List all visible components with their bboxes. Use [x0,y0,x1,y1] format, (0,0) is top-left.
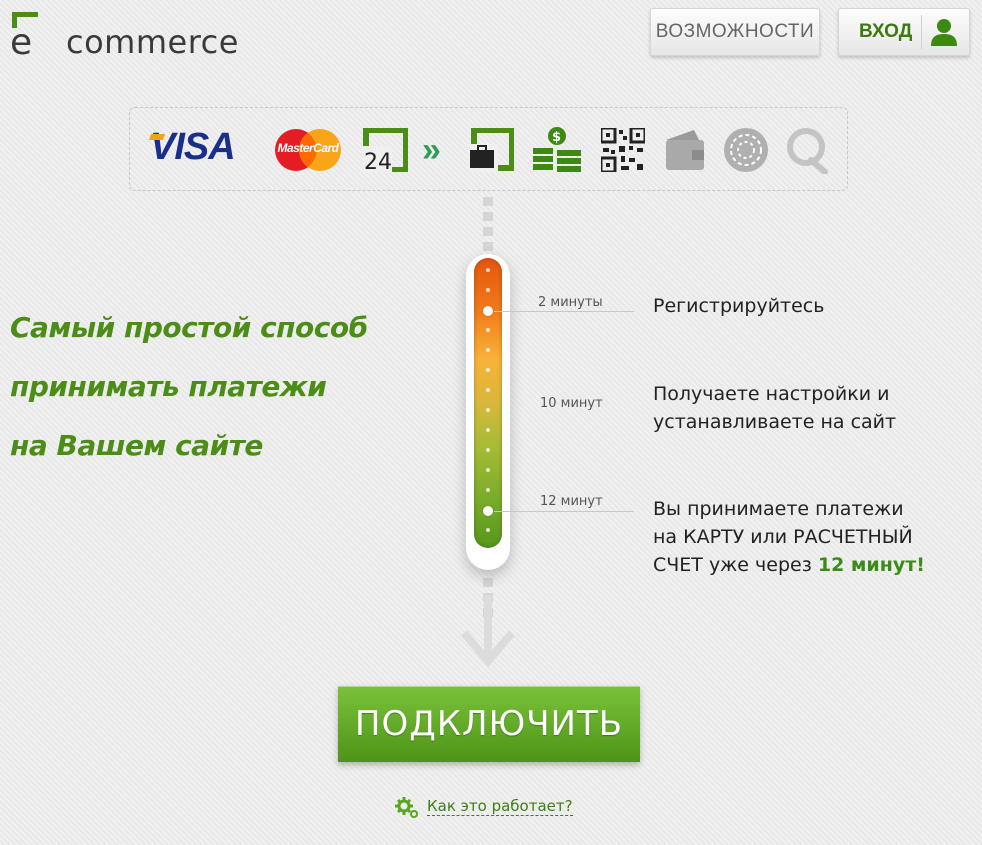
timeline-dot [486,468,490,472]
chevron-icon: » [422,131,441,169]
mastercard-icon: MasterCard [272,128,344,172]
cash-icon: $ [533,127,581,172]
privat24-icon: 24 [362,128,408,172]
timeline-dot [486,388,490,392]
webmoney-icon [724,128,768,172]
login-button[interactable]: ВХОД [838,8,970,56]
payment-methods-panel: VISA MasterCard 24 » $ [129,107,848,191]
step-text: Регистрируйтесь [653,295,825,317]
user-icon [931,19,957,46]
headline-line: принимать платежи [10,370,327,403]
step-text: Вы принимаете платежи [653,498,904,520]
how-it-works-label: Как это работает? [427,796,573,816]
time-label-12min: 12 минут [540,494,603,509]
headline-line: на Вашем сайте [10,429,263,462]
timeline-dot [486,448,490,452]
mastercard-label: MasterCard [277,141,339,155]
wallet-icon [468,128,514,172]
tick-line-2min [494,311,634,312]
time-label-2min: 2 минуты [538,295,603,310]
step-accept: Вы принимаете платежи на КАРТУ или РАСЧЕ… [653,495,925,579]
logo-text: commerce [66,23,239,61]
gear-icon [395,797,418,818]
login-label: ВХОД [859,21,913,42]
headline: Самый простой способ принимать платежи н… [10,298,430,475]
card-icon [666,130,704,170]
time-label-10min: 10 минут [540,396,603,411]
svg-text:$: $ [552,130,561,145]
timeline-dot [486,268,490,272]
connector-line-top [483,197,493,253]
timeline-dot [486,528,490,532]
step-settings: Получаете настройки и устанавливаете на … [653,380,896,436]
how-it-works-link[interactable]: Как это работает? [395,792,573,820]
visa-icon: VISA [148,126,236,169]
timeline-dot [486,328,490,332]
step-highlight: 12 минут! [817,554,925,576]
headline-line: Самый простой способ [10,311,368,344]
step-text-final: СЧЕТ уже через 12 минут! [653,551,925,579]
login-separator [921,15,922,49]
qr-code-icon [601,128,645,172]
step-text: на КАРТУ или РАСЧЕТНЫЙ [653,526,913,548]
timeline-dot [486,368,490,372]
visa-flick [148,134,166,140]
step-text: устанавливаете на сайт [653,411,897,433]
logo[interactable]: e commerce [8,8,268,61]
step-register: Регистрируйтесь [653,292,824,320]
step-text: Получаете настройки и [653,383,890,405]
arrow-down-icon [460,595,516,668]
timeline-dot [486,288,490,292]
visa-label: VISA [150,126,236,168]
privat24-label: 24 [364,150,392,172]
timeline-dot [486,428,490,432]
tick-line-12min [494,511,634,512]
step-text: СЧЕТ уже через [653,554,818,576]
connect-button[interactable]: ПОДКЛЮЧИТЬ [338,686,640,762]
features-button[interactable]: ВОЗМОЖНОСТИ [650,8,820,56]
timeline-marker-12min [483,506,493,516]
logo-mark-icon: e [10,12,38,56]
timeline-dot [486,348,490,352]
qiwi-icon [787,128,828,174]
logo-letter: e [10,22,32,56]
timeline-marker-2min [483,306,493,316]
timeline-dot [486,488,490,492]
timeline-dot [486,408,490,412]
timeline-bar [474,258,502,548]
